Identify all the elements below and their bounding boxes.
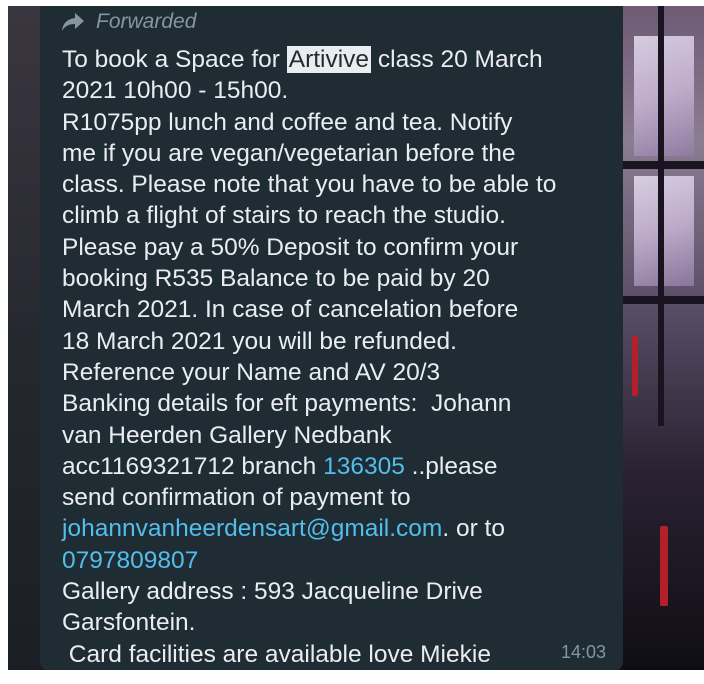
- message-line: send confirmation of payment to: [62, 484, 411, 512]
- wallpaper-window-bar: [658, 6, 664, 426]
- message-line: climb a flight of stairs to reach the st…: [62, 202, 506, 230]
- message-line: . or to: [442, 515, 505, 543]
- forwarded-text: Forwarded: [96, 10, 197, 33]
- branch-code-link[interactable]: 136305: [323, 453, 405, 480]
- message-line: acc1169321712 branch: [62, 452, 324, 480]
- wallpaper-red-accent: [632, 336, 638, 396]
- forward-arrow-icon: [60, 11, 86, 33]
- highlighted-word[interactable]: Artivive: [286, 46, 372, 73]
- message-line: 2021 10h00 - 15h00.: [62, 77, 289, 105]
- message-text: To book a Space for Artivive class 20 Ma…: [62, 44, 617, 670]
- message-line: Card facilities are available love Mieki…: [62, 640, 491, 668]
- message-line: To book a Space for: [62, 46, 287, 73]
- message-line: 18 March 2021 you will be refunded.: [62, 327, 457, 355]
- message-line: R1075pp lunch and coffee and tea. Notify: [62, 108, 513, 136]
- wallpaper-window-pane: [634, 36, 694, 156]
- message-line: booking R535 Balance to be paid by 20: [62, 265, 490, 293]
- message-line: ..please: [404, 452, 498, 480]
- message-line: van Heerden Gallery Nedbank: [62, 421, 392, 449]
- message-line: Please pay a 50% Deposit to confirm your: [62, 233, 519, 261]
- wallpaper-window-bar: [620, 161, 704, 169]
- wallpaper-window-pane: [634, 176, 694, 286]
- wallpaper-red-accent: [660, 526, 668, 606]
- wallpaper-artwork: [620, 6, 704, 670]
- message-line: me if you are vegan/vegetarian before th…: [62, 139, 516, 167]
- message-line: class. Please note that you have to be a…: [62, 171, 557, 199]
- message-line: Reference your Name and AV 20/3: [62, 358, 441, 386]
- chat-wallpaper: Forwarded To book a Space for Artivive c…: [8, 6, 704, 670]
- message-line: Banking details for eft payments: Johann: [62, 390, 512, 418]
- message-line: Garsfontein.: [62, 609, 196, 637]
- phone-link[interactable]: 0797809807: [62, 547, 198, 574]
- message-line: Gallery address : 593 Jacqueline Drive: [62, 578, 483, 606]
- forwarded-label: Forwarded: [60, 9, 196, 35]
- email-link[interactable]: johannvanheerdensart@gmail.com: [62, 515, 442, 542]
- message-line: class 20 March: [371, 46, 543, 73]
- message-line: March 2021. In case of cancelation befor…: [62, 296, 519, 324]
- message-bubble[interactable]: Forwarded To book a Space for Artivive c…: [40, 6, 623, 670]
- message-timestamp: 14:03: [561, 642, 607, 662]
- wallpaper-left-edge: [8, 6, 40, 670]
- wallpaper-window-bar: [620, 296, 704, 304]
- chat-screen: Forwarded To book a Space for Artivive c…: [0, 0, 704, 684]
